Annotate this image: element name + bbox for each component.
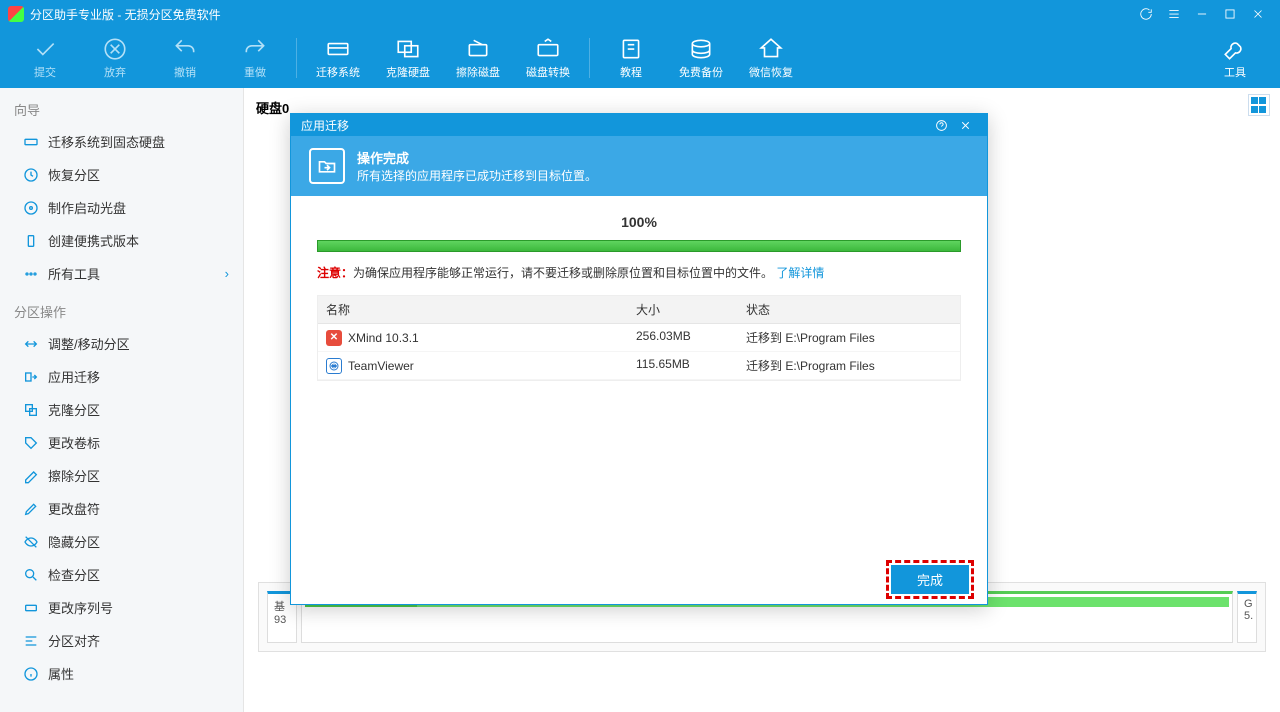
col-status: 状态 [738,296,960,323]
tag-icon [22,434,40,452]
disk-seg-g[interactable]: G5. [1237,591,1257,643]
result-table: 名称 大小 状态 ✕XMind 10.3.1 256.03MB 迁移到 E:\P… [317,295,961,381]
refresh-button[interactable] [1132,0,1160,28]
resize-icon [22,335,40,353]
edit-icon [22,500,40,518]
chevron-right-icon: › [225,266,229,281]
clone-disk-button[interactable]: 克隆硬盘 [373,30,443,86]
sidebar-item-wipepart[interactable]: 擦除分区 [0,459,243,492]
disc-icon [22,199,40,217]
menu-button[interactable] [1160,0,1188,28]
serial-icon [22,599,40,617]
hide-icon [22,533,40,551]
sidebar-item-portable[interactable]: 创建便携式版本 [0,224,243,257]
sidebar-item-alltools[interactable]: 所有工具› [0,257,243,290]
ssd-icon [22,133,40,151]
more-icon [22,265,40,283]
sidebar-item-align[interactable]: 分区对齐 [0,624,243,657]
sidebar-section-wizard: 向导 [0,88,243,125]
sidebar-item-clonepart[interactable]: 克隆分区 [0,393,243,426]
modal-help-button[interactable] [929,119,953,132]
modal-close-button[interactable] [953,119,977,132]
maximize-button[interactable] [1216,0,1244,28]
discard-button[interactable]: 放弃 [80,30,150,86]
tools-button[interactable]: 工具 [1200,30,1270,86]
sidebar-section-ops: 分区操作 [0,290,243,327]
toolbar: 提交 放弃 撤销 重做 迁移系统 克隆硬盘 擦除磁盘 磁盘转换 教程 免费备份 … [0,28,1280,88]
sidebar-item-migrate-ssd[interactable]: 迁移系统到固态硬盘 [0,125,243,158]
xmind-icon: ✕ [326,330,342,346]
note-text: 注意：为确保应用程序能够正常运行，请不要迁移或删除原位置和目标位置中的文件。 了… [317,264,961,281]
titlebar: 分区助手专业版 - 无损分区免费软件 [0,0,1280,28]
redo-button[interactable]: 重做 [220,30,290,86]
backup-button[interactable]: 免费备份 [666,30,736,86]
usb-icon [22,232,40,250]
migrate-icon [22,368,40,386]
close-button[interactable] [1244,0,1272,28]
undo-button[interactable]: 撤销 [150,30,220,86]
window-title: 分区助手专业版 - 无损分区免费软件 [30,6,221,23]
sidebar-item-letter[interactable]: 更改盘符 [0,492,243,525]
wipe-disk-button[interactable]: 擦除磁盘 [443,30,513,86]
search-icon [22,566,40,584]
align-icon [22,632,40,650]
table-row: TeamViewer 115.65MB 迁移到 E:\Program Files [318,352,960,380]
sidebar-item-label[interactable]: 更改卷标 [0,426,243,459]
wechat-recover-button[interactable]: 微信恢复 [736,30,806,86]
sidebar-item-resize[interactable]: 调整/移动分区 [0,327,243,360]
sidebar-item-serial[interactable]: 更改序列号 [0,591,243,624]
clone-icon [22,401,40,419]
modal-banner: 操作完成 所有选择的应用程序已成功迁移到目标位置。 [291,136,987,196]
col-size: 大小 [628,296,738,323]
progress-percent: 100% [317,214,961,230]
done-button[interactable]: 完成 [891,565,969,594]
convert-disk-button[interactable]: 磁盘转换 [513,30,583,86]
progress-bar [317,240,961,252]
minimize-button[interactable] [1188,0,1216,28]
banner-title: 操作完成 [357,148,597,167]
view-toggle-button[interactable] [1248,94,1270,116]
sidebar-item-appmigrate[interactable]: 应用迁移 [0,360,243,393]
banner-sub: 所有选择的应用程序已成功迁移到目标位置。 [357,167,597,184]
sidebar: 向导 迁移系统到固态硬盘 恢复分区 制作启动光盘 创建便携式版本 所有工具› 分… [0,88,244,712]
sidebar-item-recover[interactable]: 恢复分区 [0,158,243,191]
modal-titlebar: 应用迁移 [291,114,987,136]
sidebar-item-check[interactable]: 检查分区 [0,558,243,591]
col-name: 名称 [318,296,628,323]
tutorial-button[interactable]: 教程 [596,30,666,86]
migrate-os-button[interactable]: 迁移系统 [303,30,373,86]
learn-more-link[interactable]: 了解详情 [776,266,824,280]
modal-app-migrate: 应用迁移 操作完成 所有选择的应用程序已成功迁移到目标位置。 100% 注意：为… [290,113,988,605]
teamviewer-icon [326,358,342,374]
recover-icon [22,166,40,184]
sidebar-item-bootdisk[interactable]: 制作启动光盘 [0,191,243,224]
app-logo-icon [8,6,24,22]
table-row: ✕XMind 10.3.1 256.03MB 迁移到 E:\Program Fi… [318,324,960,352]
sidebar-item-hide[interactable]: 隐藏分区 [0,525,243,558]
modal-title: 应用迁移 [301,117,349,134]
commit-button[interactable]: 提交 [10,30,80,86]
info-icon [22,665,40,683]
erase-icon [22,467,40,485]
sidebar-item-props[interactable]: 属性 [0,657,243,690]
folder-arrow-icon [309,148,345,184]
